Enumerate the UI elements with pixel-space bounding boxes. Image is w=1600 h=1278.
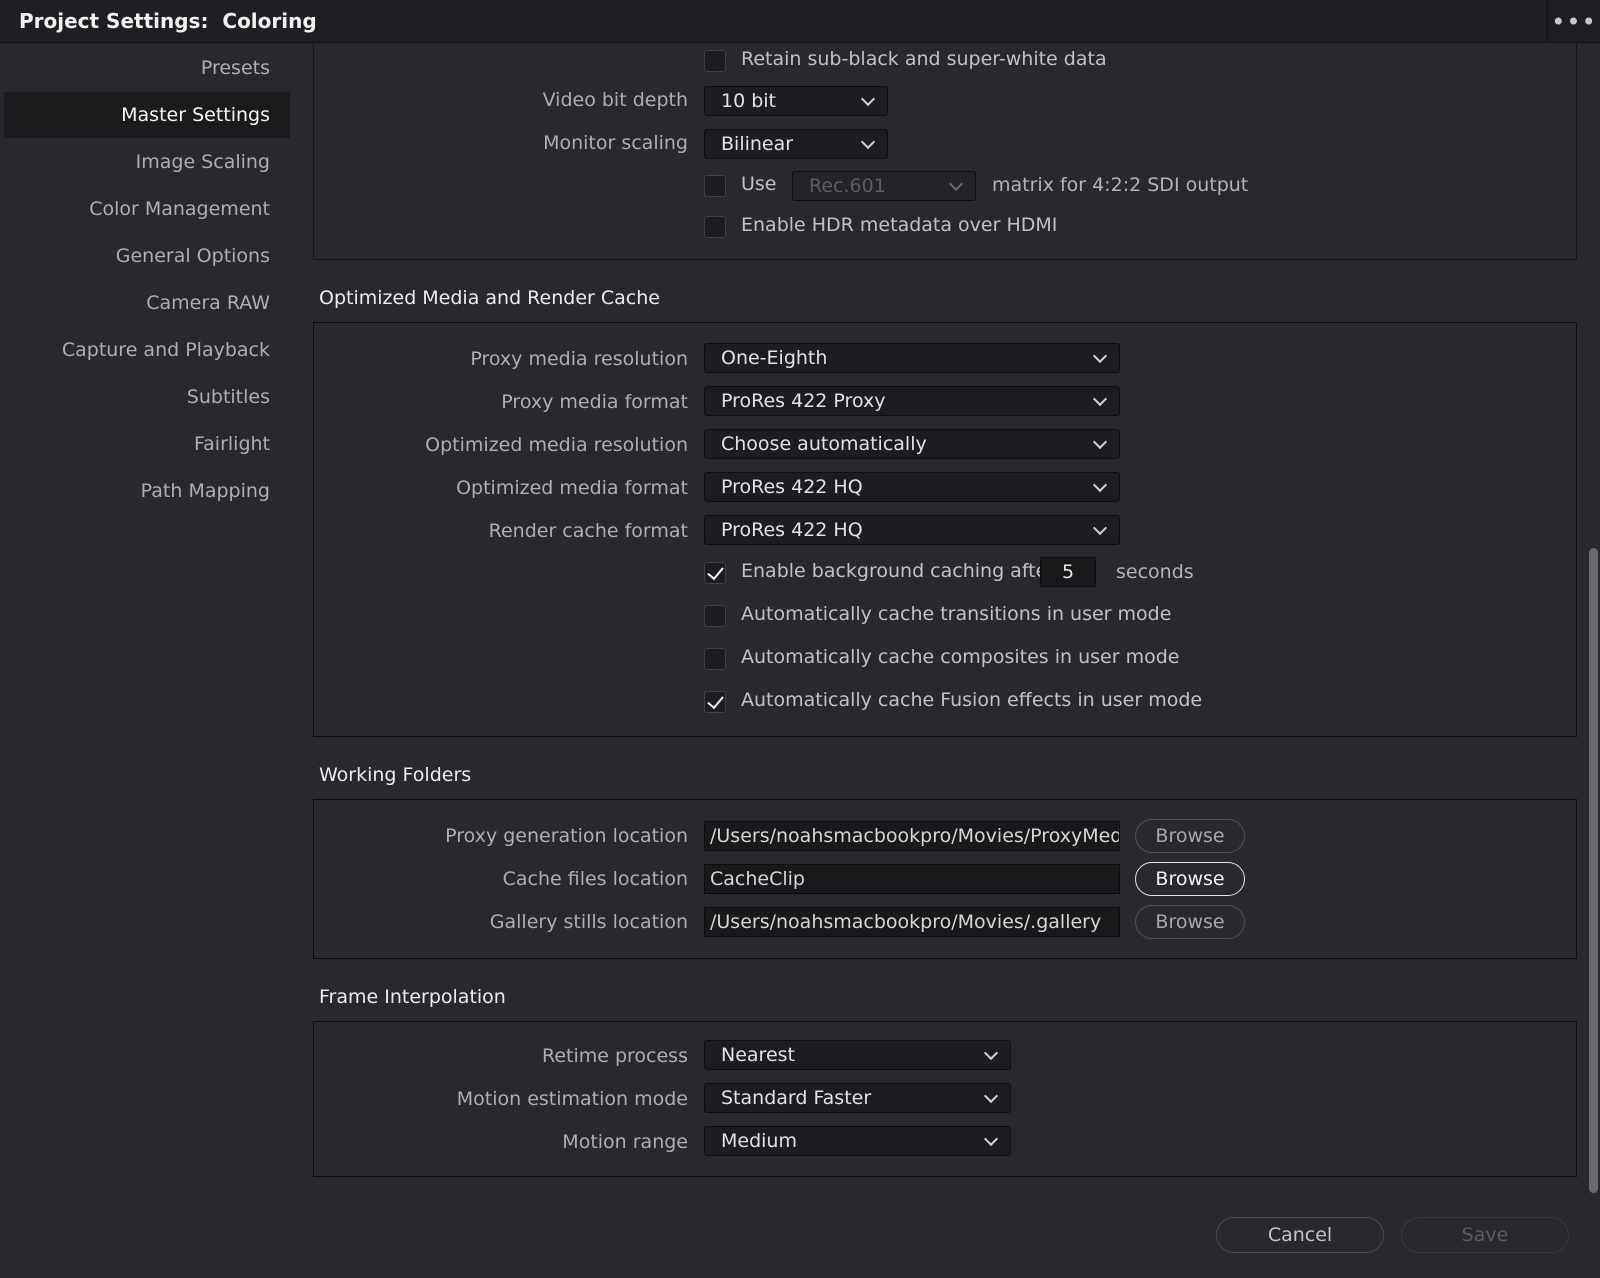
proxy-format-label: Proxy media format (501, 391, 688, 413)
monitor-scaling-label: Monitor scaling (543, 132, 688, 154)
optimized-format-value: ProRes 422 HQ (721, 476, 863, 498)
render-cache-format-dropdown[interactable]: ProRes 422 HQ (704, 515, 1120, 545)
chevron-down-icon (1092, 520, 1108, 536)
proxy-resolution-dropdown[interactable]: One-Eighth (704, 343, 1120, 373)
cache-location-label: Cache files location (502, 868, 688, 890)
background-caching-checkbox[interactable] (704, 562, 726, 584)
sidebar-item-color-management[interactable]: Color Management (4, 186, 290, 232)
matrix-value: Rec.601 (809, 175, 886, 197)
render-cache-format-label: Render cache format (488, 520, 688, 542)
cache-fusion-label: Automatically cache Fusion effects in us… (741, 689, 1203, 711)
chevron-down-icon (983, 1088, 999, 1104)
chevron-down-icon (948, 176, 964, 192)
matrix-suffix-label: matrix for 4:2:2 SDI output (992, 174, 1249, 196)
retime-process-label: Retime process (541, 1045, 688, 1067)
settings-sidebar: Presets Master Settings Image Scaling Co… (4, 44, 290, 1278)
optimized-format-dropdown[interactable]: ProRes 422 HQ (704, 472, 1120, 502)
use-matrix-checkbox[interactable] (704, 175, 726, 197)
more-horizontal-icon[interactable]: ••• (1547, 0, 1600, 43)
sidebar-item-camera-raw[interactable]: Camera RAW (4, 280, 290, 326)
vertical-scrollbar[interactable] (1589, 548, 1598, 1193)
motion-estimation-dropdown[interactable]: Standard Faster (704, 1083, 1011, 1113)
background-caching-suffix: seconds (1116, 561, 1194, 583)
cache-fusion-checkbox[interactable] (704, 691, 726, 713)
title-bar: Project Settings: Coloring ••• (0, 0, 1600, 43)
background-caching-label: Enable background caching after (741, 560, 1056, 582)
retime-process-value: Nearest (721, 1044, 795, 1066)
chevron-down-icon (860, 91, 876, 107)
sidebar-item-image-scaling[interactable]: Image Scaling (4, 139, 290, 185)
window-title: Project Settings: Coloring (19, 9, 317, 33)
retain-data-checkbox[interactable] (704, 50, 726, 72)
proxy-location-label: Proxy generation location (445, 825, 688, 847)
matrix-dropdown: Rec.601 (792, 171, 976, 201)
optimized-resolution-label: Optimized media resolution (425, 434, 688, 456)
video-bit-depth-label: Video bit depth (542, 89, 688, 111)
use-matrix-label: Use (741, 173, 777, 195)
sidebar-item-master-settings[interactable]: Master Settings (4, 92, 290, 138)
motion-range-label: Motion range (562, 1131, 688, 1153)
retime-process-dropdown[interactable]: Nearest (704, 1040, 1011, 1070)
frame-interpolation-title: Frame Interpolation (319, 986, 506, 1008)
video-bit-depth-dropdown[interactable]: 10 bit (704, 86, 888, 116)
monitor-scaling-value: Bilinear (721, 133, 794, 155)
video-bit-depth-value: 10 bit (721, 90, 777, 112)
cache-composites-label: Automatically cache composites in user m… (741, 646, 1180, 668)
retain-data-label: Retain sub-black and super-white data (741, 48, 1107, 70)
motion-estimation-value: Standard Faster (721, 1087, 872, 1109)
hdr-metadata-label: Enable HDR metadata over HDMI (741, 214, 1058, 236)
optimized-format-label: Optimized media format (456, 477, 688, 499)
proxy-format-value: ProRes 422 Proxy (721, 390, 886, 412)
motion-estimation-label: Motion estimation mode (456, 1088, 688, 1110)
proxy-resolution-value: One-Eighth (721, 347, 828, 369)
chevron-down-icon (1092, 477, 1108, 493)
motion-range-dropdown[interactable]: Medium (704, 1126, 1011, 1156)
proxy-browse-button[interactable]: Browse (1135, 819, 1245, 853)
gallery-location-field[interactable]: /Users/noahsmacbookpro/Movies/.gallery (704, 907, 1120, 937)
sidebar-item-fairlight[interactable]: Fairlight (4, 421, 290, 467)
motion-range-value: Medium (721, 1130, 797, 1152)
sidebar-item-path-mapping[interactable]: Path Mapping (4, 468, 290, 514)
chevron-down-icon (1092, 391, 1108, 407)
save-button[interactable]: Save (1401, 1217, 1569, 1253)
chevron-down-icon (1092, 434, 1108, 450)
chevron-down-icon (983, 1131, 999, 1147)
cache-browse-button[interactable]: Browse (1135, 862, 1245, 896)
optimized-resolution-value: Choose automatically (721, 433, 927, 455)
monitor-scaling-dropdown[interactable]: Bilinear (704, 129, 888, 159)
sidebar-item-presets[interactable]: Presets (4, 45, 290, 91)
render-cache-format-value: ProRes 422 HQ (721, 519, 863, 541)
cache-location-field[interactable]: CacheClip (704, 864, 1120, 894)
working-folders-title: Working Folders (319, 764, 472, 786)
cancel-button[interactable]: Cancel (1216, 1217, 1384, 1253)
proxy-resolution-label: Proxy media resolution (470, 348, 688, 370)
cache-transitions-checkbox[interactable] (704, 605, 726, 627)
chevron-down-icon (860, 134, 876, 150)
gallery-location-label: Gallery stills location (489, 911, 688, 933)
sidebar-item-general-options[interactable]: General Options (4, 233, 290, 279)
gallery-browse-button[interactable]: Browse (1135, 905, 1245, 939)
background-caching-seconds-input[interactable]: 5 (1040, 557, 1096, 587)
sidebar-item-subtitles[interactable]: Subtitles (4, 374, 290, 420)
proxy-location-field[interactable]: /Users/noahsmacbookpro/Movies/ProxyMedia (704, 821, 1120, 851)
optimized-resolution-dropdown[interactable]: Choose automatically (704, 429, 1120, 459)
sidebar-item-capture-and-playback[interactable]: Capture and Playback (4, 327, 290, 373)
cache-section-title: Optimized Media and Render Cache (319, 287, 660, 309)
cache-composites-checkbox[interactable] (704, 648, 726, 670)
hdr-metadata-checkbox[interactable] (704, 216, 726, 238)
proxy-format-dropdown[interactable]: ProRes 422 Proxy (704, 386, 1120, 416)
chevron-down-icon (983, 1045, 999, 1061)
chevron-down-icon (1092, 348, 1108, 364)
cache-transitions-label: Automatically cache transitions in user … (741, 603, 1172, 625)
